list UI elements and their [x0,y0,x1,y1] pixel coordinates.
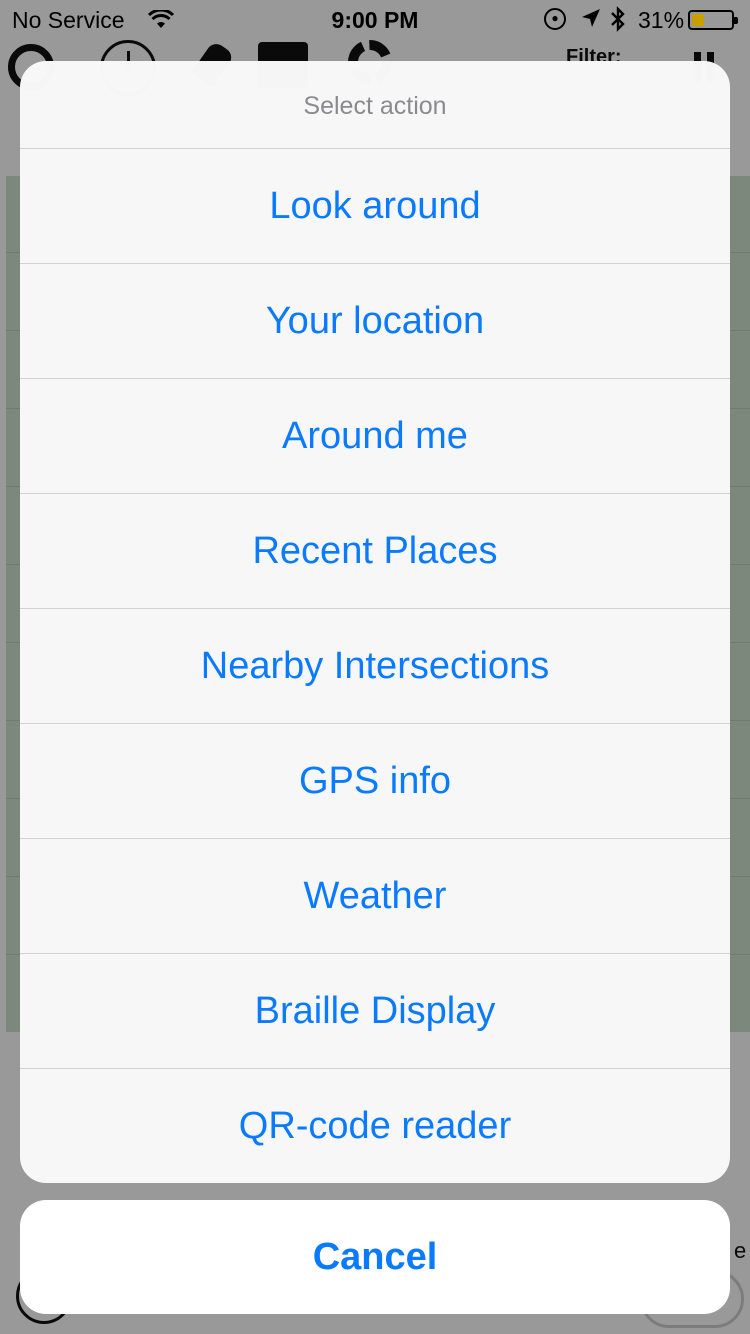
battery-percent: 31% [638,7,685,33]
action-your-location[interactable]: Your location [20,264,730,379]
location-arrow-icon [580,7,602,35]
action-nearby-intersections[interactable]: Nearby Intersections [20,609,730,724]
action-qr-code-reader[interactable]: QR-code reader [20,1069,730,1183]
action-braille-display[interactable]: Braille Display [20,954,730,1069]
battery-cap [734,17,738,24]
battery-level-fill [692,14,704,26]
status-bar: No Service 9:00 PM ● 31% [0,0,750,40]
action-gps-info[interactable]: GPS info [20,724,730,839]
action-sheet-title: Select action [20,61,730,149]
action-sheet: Select action Look around Your location … [20,61,730,1183]
action-recent-places[interactable]: Recent Places [20,494,730,609]
bluetooth-icon [610,6,626,38]
action-around-me[interactable]: Around me [20,379,730,494]
action-look-around[interactable]: Look around [20,149,730,264]
action-weather[interactable]: Weather [20,839,730,954]
cancel-button[interactable]: Cancel [20,1200,730,1314]
battery-icon [688,10,738,30]
orientation-lock-icon: ● [544,8,566,30]
